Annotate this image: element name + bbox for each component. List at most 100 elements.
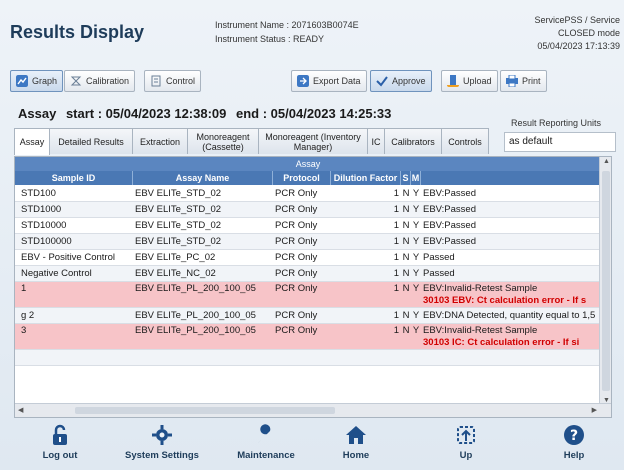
approve-button-label: Approve	[392, 76, 426, 86]
cell-dilution-factor: 1	[393, 236, 399, 247]
result-text: Passed	[423, 268, 455, 279]
cell-m: Y	[412, 268, 420, 279]
tab-extraction[interactable]: Extraction	[132, 128, 188, 154]
table-row[interactable]: EBV - Positive Control EBV ELITe_PC_02 PCR…	[15, 250, 601, 266]
col-dilution-factor[interactable]: Dilution Factor	[331, 171, 401, 185]
page-title: Results Display	[10, 22, 145, 42]
maintenance-button[interactable]: Maintenance	[228, 424, 304, 470]
cell-dilution-factor: 1	[393, 188, 399, 199]
calibration-button-label: Calibration	[86, 76, 130, 86]
col-m[interactable]: M	[411, 171, 421, 185]
export-icon	[297, 75, 309, 87]
cell-dilution-factor: 1	[393, 252, 399, 263]
cell-result: Passed	[423, 266, 603, 282]
scroll-right-icon[interactable]: ▶	[592, 406, 597, 414]
cell-m: Y	[412, 220, 420, 231]
calibration-button[interactable]: Calibration	[64, 70, 136, 92]
upload-button[interactable]: Upload	[441, 70, 498, 92]
header: Results Display Instrument Name : 207160…	[0, 0, 624, 56]
scroll-up-icon[interactable]: ▲	[603, 158, 610, 165]
home-button[interactable]: Home	[332, 424, 380, 470]
table-row[interactable]: g 2 EBV ELITe_PL_200_100_05 PCR Only 1 N Y EBV…	[15, 308, 601, 324]
table-row[interactable]: 3 EBV ELITe_PL_200_100_05 PCR Only 1 N Y EBV:I…	[15, 324, 601, 350]
wrench-icon	[258, 424, 271, 443]
cell-protocol: PCR Only	[275, 236, 318, 247]
svg-text:?: ?	[570, 428, 578, 444]
cell-result: EBV:Passed	[423, 186, 603, 202]
tab-ic[interactable]: IC	[367, 128, 385, 154]
tab-assay[interactable]: Assay	[14, 128, 50, 155]
export-data-button[interactable]: Export Data	[291, 70, 367, 92]
print-button[interactable]: Print	[500, 70, 547, 92]
result-text: EBV:DNA Detected, quantity equal to 1,5	[423, 310, 596, 321]
cell-s: N	[402, 283, 410, 294]
cell-assay-name: EBV ELITe_STD_02	[135, 204, 222, 215]
table-row[interactable]: STD100000 EBV ELITe_STD_02 PCR Only 1 N Y EBV:…	[15, 234, 601, 250]
horizontal-scrollbar[interactable]: ◀ ▶	[15, 403, 611, 417]
cell-sample-id: STD100000	[21, 236, 72, 247]
result-text: EBV:Passed	[423, 204, 476, 215]
cell-protocol: PCR Only	[275, 220, 318, 231]
cell-dilution-factor: 1	[393, 220, 399, 231]
reporting-units-label: Result Reporting Units	[511, 118, 602, 128]
cell-protocol: PCR Only	[275, 325, 318, 336]
col-protocol[interactable]: Protocol	[273, 171, 331, 185]
print-icon	[506, 75, 518, 87]
print-button-label: Print	[522, 76, 541, 86]
cell-s: N	[402, 310, 410, 321]
table-row[interactable]: STD100 EBV ELITe_STD_02 PCR Only 1 N Y EBV:Pas…	[15, 186, 601, 202]
cell-assay-name: EBV ELITe_NC_02	[135, 268, 216, 279]
logout-button[interactable]: Log out	[36, 424, 84, 470]
user-name: ServicePSS / Service	[534, 15, 620, 25]
system-settings-button[interactable]: System Settings	[118, 424, 206, 470]
control-button[interactable]: Control	[144, 70, 202, 92]
result-text: EBV:Passed	[423, 220, 476, 231]
cell-assay-name: EBV ELITe_STD_02	[135, 236, 222, 247]
cell-result: EBV:Invalid-Retest Sample 30103 EBV: Ct c…	[423, 282, 603, 308]
up-label: Up	[459, 450, 473, 461]
cell-protocol: PCR Only	[275, 310, 318, 321]
col-sample-id[interactable]: Sample ID	[15, 171, 133, 185]
cell-result: EBV:Passed	[423, 202, 603, 218]
table-row[interactable]: 1 EBV ELITe_PL_200_100_05 PCR Only 1 N Y EBV:I…	[15, 282, 601, 308]
col-s[interactable]: S	[401, 171, 411, 185]
assay-end: end : 05/04/2023 14:25:33	[236, 106, 392, 121]
up-button[interactable]: Up	[446, 424, 486, 470]
tab-calibrators[interactable]: Calibrators	[384, 128, 442, 154]
instrument-status: Instrument Status : READY	[215, 34, 325, 44]
logout-label: Log out	[42, 450, 78, 461]
scroll-left-icon[interactable]: ◀	[18, 406, 23, 414]
cell-assay-name: EBV ELITe_PC_02	[135, 252, 216, 263]
cell-assay-name: EBV ELITe_PL_200_100_05	[135, 325, 256, 336]
assay-label: Assay	[18, 106, 57, 121]
mode-label: CLOSED mode	[557, 28, 620, 38]
approve-button[interactable]: Approve	[370, 70, 432, 92]
cell-sample-id: STD100	[21, 188, 56, 199]
assay-time-line: Assay start : 05/04/2023 12:38:09 end : …	[18, 106, 397, 121]
horizontal-scroll-thumb[interactable]	[75, 407, 335, 414]
table-row[interactable]: STD1000 EBV ELITe_STD_02 PCR Only 1 N Y EBV:Pa…	[15, 202, 601, 218]
cell-result: EBV:Invalid-Retest Sample 30103 IC: Ct ca…	[423, 324, 603, 350]
cell-sample-id: 3	[21, 325, 27, 336]
graph-icon	[16, 75, 28, 87]
vertical-scroll-thumb[interactable]	[602, 171, 610, 391]
upload-button-label: Upload	[463, 76, 492, 86]
help-button[interactable]: ? Help	[552, 424, 596, 470]
tab-monoreagent-inventory[interactable]: Monoreagent (Inventory Manager)	[258, 128, 368, 154]
results-table: Assay Sample ID Assay Name Protocol Dilu…	[14, 156, 612, 418]
cell-s: N	[402, 325, 410, 336]
table-row[interactable]: Negative Control EBV ELITe_NC_02 PCR Only 1…	[15, 266, 601, 282]
lock-icon	[53, 424, 67, 445]
cell-m: Y	[412, 188, 420, 199]
reporting-units-field[interactable]: as default	[504, 132, 616, 152]
help-icon: ?	[564, 425, 584, 445]
table-row[interactable]: STD10000 EBV ELITe_STD_02 PCR Only 1 N Y EBV:P…	[15, 218, 601, 234]
tab-monoreagent-cassette[interactable]: Monoreagent (Cassette)	[187, 128, 259, 154]
tab-detailed-results[interactable]: Detailed Results	[49, 128, 133, 154]
vertical-scrollbar[interactable]: ▲ ▼	[599, 157, 611, 405]
tab-controls[interactable]: Controls	[441, 128, 489, 154]
col-result[interactable]	[421, 171, 601, 185]
col-assay-name[interactable]: Assay Name	[133, 171, 273, 185]
graph-button[interactable]: Graph	[10, 70, 64, 92]
cell-assay-name: EBV ELITe_PL_200_100_05	[135, 283, 256, 294]
